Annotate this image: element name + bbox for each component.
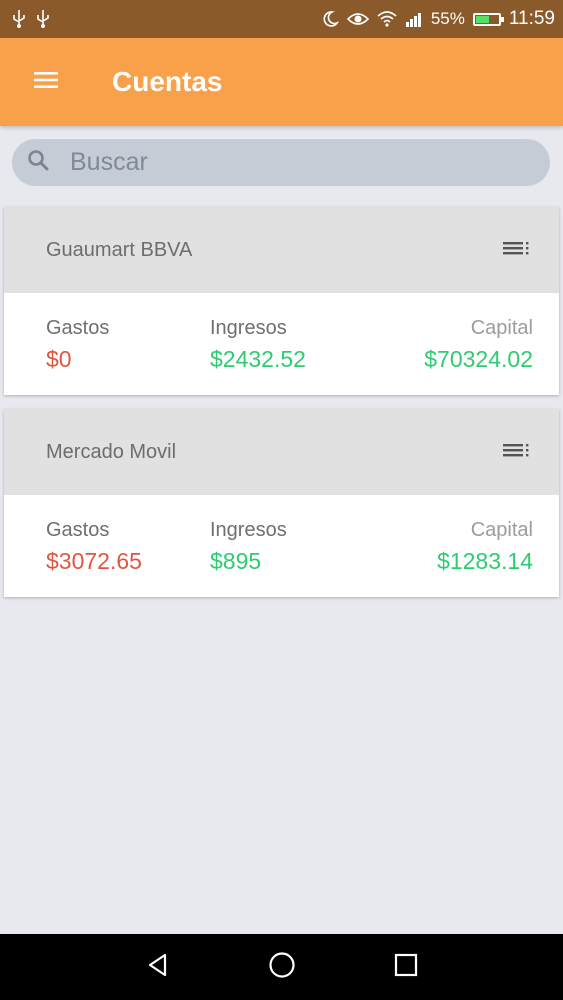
capital-stat: Capital $1283.14 [437, 519, 533, 575]
card-menu-icon[interactable] [503, 443, 531, 461]
capital-value: $70324.02 [424, 346, 533, 372]
app-bar: Cuentas [0, 38, 563, 126]
gastos-label: Gastos [46, 519, 110, 541]
gastos-stat: Gastos $0 [46, 317, 109, 373]
ingresos-value: $895 [210, 548, 262, 574]
back-button[interactable] [130, 939, 186, 995]
capital-value: $1283.14 [437, 548, 533, 574]
moon-icon [321, 10, 339, 28]
back-icon [145, 952, 171, 983]
signal-icon [405, 11, 423, 27]
account-card-header: Guaumart BBVA [4, 207, 559, 293]
gastos-stat: Gastos $3072.65 [46, 519, 142, 575]
ingresos-label: Ingresos [210, 317, 287, 339]
clock: 11:59 [508, 8, 555, 29]
gastos-label: Gastos [46, 317, 110, 339]
page-title: Cuentas [112, 66, 223, 97]
menu-button[interactable] [22, 58, 70, 106]
battery-level [475, 15, 490, 23]
account-card-body: Gastos $0 Ingresos $2432.52 Capital $703… [4, 293, 559, 395]
search-bar[interactable] [12, 139, 550, 186]
ingresos-label: Ingresos [210, 519, 287, 541]
recents-icon [393, 952, 419, 983]
account-card-body: Gastos $3072.65 Ingresos $895 Capital $1… [4, 495, 559, 597]
account-card[interactable]: Mercado Movil Gastos $3072.65 Ingresos $… [4, 409, 559, 597]
usb-icon [36, 10, 50, 28]
ingresos-value: $2432.52 [210, 346, 306, 372]
account-name: Guaumart BBVA [46, 238, 193, 261]
battery-percent: 55% [430, 9, 465, 28]
account-name: Mercado Movil [46, 440, 177, 463]
wifi-icon [377, 11, 397, 27]
status-right: 55% 11:59 [321, 8, 555, 30]
navigation-bar [0, 934, 563, 1000]
status-left [12, 10, 50, 28]
search-icon [26, 148, 50, 177]
hamburger-menu-icon [34, 71, 58, 94]
battery-charging-icon [472, 12, 504, 26]
search-input[interactable] [68, 147, 512, 178]
ingresos-stat: Ingresos $2432.52 [210, 317, 306, 373]
capital-label: Capital [470, 519, 533, 541]
usb-icon [12, 10, 26, 28]
eye-icon [346, 11, 369, 27]
account-card-header: Mercado Movil [4, 409, 559, 495]
home-button[interactable] [254, 939, 310, 995]
ingresos-stat: Ingresos $895 [210, 519, 287, 575]
recents-button[interactable] [378, 939, 434, 995]
capital-stat: Capital $70324.02 [424, 317, 533, 373]
card-menu-icon[interactable] [503, 241, 531, 259]
gastos-value: $0 [46, 346, 72, 372]
home-icon [268, 951, 296, 984]
gastos-value: $3072.65 [46, 548, 142, 574]
status-bar: 55% 11:59 [0, 0, 563, 38]
account-card[interactable]: Guaumart BBVA Gastos $0 Ingresos $2432.5… [4, 207, 559, 395]
capital-label: Capital [470, 317, 533, 339]
